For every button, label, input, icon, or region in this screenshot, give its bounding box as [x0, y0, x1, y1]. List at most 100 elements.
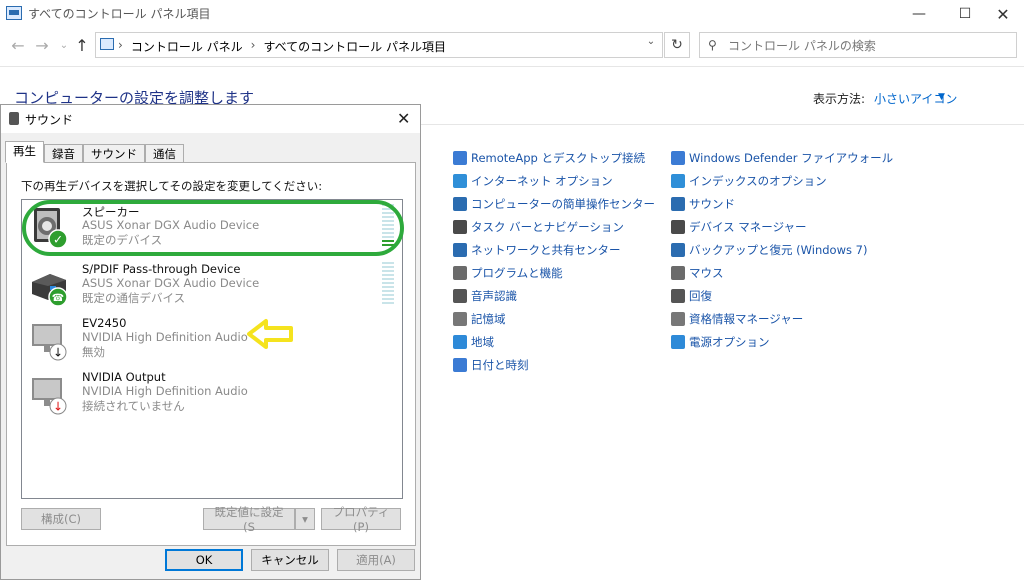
device-driver: NVIDIA High Definition Audio	[82, 384, 248, 398]
device-list[interactable]: ✓ スピーカー ASUS Xonar DGX Audio Device 既定のデ…	[21, 199, 404, 499]
properties-button[interactable]: プロパティ(P)	[321, 505, 401, 534]
set-default-dropdown-button[interactable]: ▾	[295, 508, 315, 530]
speaker-icon	[9, 112, 19, 125]
device-name: EV2450	[82, 316, 127, 330]
control-panel-item-label: 地域	[471, 335, 494, 349]
recovery-icon	[671, 289, 685, 303]
ok-button[interactable]: OK	[165, 549, 243, 571]
control-panel-item[interactable]: ネットワークと共有センター	[453, 241, 621, 259]
volume-meter	[382, 204, 394, 248]
address-bar[interactable]: › コントロール パネル › すべてのコントロール パネル項目	[95, 32, 663, 58]
internet-options-icon	[453, 174, 467, 188]
clock-icon	[453, 358, 467, 372]
list-item-nvidia-output[interactable]: ↓ NVIDIA Output NVIDIA High Definition A…	[24, 368, 400, 420]
search-icon: ⚲	[708, 38, 717, 52]
tab-sounds[interactable]: サウンド	[83, 144, 145, 163]
control-panel-item-label: デバイス マネージャー	[689, 220, 807, 234]
control-panel-icon	[100, 38, 114, 50]
cancel-button[interactable]: キャンセル	[251, 549, 329, 571]
breadcrumb-item[interactable]: コントロール パネル	[131, 38, 243, 55]
control-panel-item-label: 資格情報マネージャー	[689, 312, 804, 326]
control-panel-item[interactable]: タスク バーとナビゲーション	[453, 218, 624, 236]
list-item-ev2450[interactable]: ↓ EV2450 NVIDIA High Definition Audio 無効	[24, 314, 400, 366]
control-panel-item[interactable]: 地域	[453, 333, 494, 351]
device-driver: ASUS Xonar DGX Audio Device	[82, 276, 260, 290]
breadcrumb-chevron-icon[interactable]: ›	[118, 38, 123, 55]
taskbar-icon	[453, 220, 467, 234]
set-default-button[interactable]: 既定値に設定(S	[203, 505, 295, 534]
chevron-down-icon: ▾	[302, 512, 308, 526]
ease-of-access-icon	[453, 197, 467, 211]
control-panel-item[interactable]: RemoteApp とデスクトップ接続	[453, 149, 645, 167]
control-panel-item[interactable]: サウンド	[671, 195, 735, 213]
network-icon	[453, 243, 467, 257]
control-panel-item[interactable]: 日付と時刻	[453, 356, 529, 374]
search-box[interactable]: ⚲	[699, 32, 1017, 58]
device-driver: ASUS Xonar DGX Audio Device	[82, 218, 260, 232]
tab-communications[interactable]: 通信	[145, 144, 184, 163]
control-panel-item-label: サウンド	[689, 197, 735, 211]
check-badge-icon: ✓	[53, 233, 63, 247]
close-button[interactable]: ✕	[980, 0, 1024, 28]
phone-badge-icon: ☎	[52, 293, 64, 304]
programs-icon	[453, 266, 467, 280]
forward-arrow-icon[interactable]: →	[32, 36, 52, 55]
list-item-spdif[interactable]: ☎ S/PDIF Pass-through Device ASUS Xonar …	[24, 260, 400, 312]
device-status: 無効	[82, 345, 105, 359]
breadcrumb-item[interactable]: すべてのコントロール パネル項目	[263, 38, 446, 55]
breadcrumb-chevron-icon[interactable]: ›	[251, 38, 256, 55]
control-panel-item[interactable]: プログラムと機能	[453, 264, 563, 282]
control-panel-item[interactable]: インターネット オプション	[453, 172, 613, 190]
disabled-badge-icon: ↓	[53, 346, 63, 360]
control-panel-item[interactable]: 記憶域	[453, 310, 506, 328]
control-panel-item[interactable]: インデックスのオプション	[671, 172, 827, 190]
control-panel-item-label: マウス	[689, 266, 724, 280]
control-panel-item[interactable]: 電源オプション	[671, 333, 770, 351]
speaker-device-icon: ✓	[34, 208, 68, 249]
control-panel-item[interactable]: 音声認識	[453, 287, 517, 305]
minimize-button[interactable]: —	[896, 0, 942, 28]
control-panel-item[interactable]: 資格情報マネージャー	[671, 310, 803, 328]
control-panel-item-label: ネットワークと共有センター	[471, 243, 621, 257]
monitor-icon: ↓	[32, 378, 67, 415]
search-input[interactable]	[726, 36, 1010, 56]
region-icon	[453, 335, 467, 349]
control-panel-item[interactable]: 回復	[671, 287, 712, 305]
dialog-title-bar: サウンド ✕	[1, 105, 420, 133]
configure-button[interactable]: 構成(C)	[21, 508, 101, 530]
caret-down-icon[interactable]: ▼	[938, 92, 945, 102]
control-panel-item[interactable]: Windows Defender ファイアウォール	[671, 149, 893, 167]
device-driver: NVIDIA High Definition Audio	[82, 330, 248, 344]
back-arrow-icon[interactable]: ←	[8, 36, 28, 55]
recent-locations-chevron-icon[interactable]: ⌄	[54, 40, 74, 51]
up-arrow-icon[interactable]: ↑	[72, 36, 92, 55]
apply-button[interactable]: 適用(A)	[337, 549, 415, 571]
sound-dialog: サウンド ✕ 再生 録音 サウンド 通信 下の再生デバイスを選択してその設定を変…	[0, 104, 421, 580]
unplugged-badge-icon: ↓	[53, 400, 63, 414]
power-icon	[671, 335, 685, 349]
title-bar: すべてのコントロール パネル項目 — ☐ ✕	[0, 0, 1024, 28]
control-panel-item[interactable]: デバイス マネージャー	[671, 218, 807, 236]
microphone-icon	[453, 289, 467, 303]
breadcrumb: › コントロール パネル › すべてのコントロール パネル項目	[118, 38, 446, 55]
tab-recording[interactable]: 録音	[44, 144, 83, 163]
dialog-close-button[interactable]: ✕	[397, 109, 410, 128]
control-panel-item[interactable]: バックアップと復元 (Windows 7)	[671, 241, 867, 259]
control-panel-item[interactable]: コンピューターの簡単操作センター	[453, 195, 655, 213]
control-panel-item-label: 日付と時刻	[471, 358, 529, 372]
control-panel-icon	[6, 6, 22, 20]
control-panel-item-label: コンピューターの簡単操作センター	[471, 197, 655, 211]
refresh-icon[interactable]: ↻	[664, 32, 690, 58]
device-status: 接続されていません	[82, 399, 185, 413]
control-panel-item-label: RemoteApp とデスクトップ接続	[471, 151, 645, 165]
control-panel-item-label: 音声認識	[471, 289, 517, 303]
control-panel-item-label: バックアップと復元 (Windows 7)	[689, 243, 868, 257]
list-item-speaker[interactable]: ✓ スピーカー ASUS Xonar DGX Audio Device 既定のデ…	[24, 202, 400, 254]
device-status: 既定のデバイス	[82, 233, 163, 247]
control-panel-item[interactable]: マウス	[671, 264, 724, 282]
storage-icon	[453, 312, 467, 326]
tab-playback[interactable]: 再生	[5, 141, 44, 163]
mouse-icon	[671, 266, 685, 280]
control-panel-item-label: インデックスのオプション	[689, 174, 827, 188]
address-dropdown-icon[interactable]: ⌄	[643, 36, 659, 47]
